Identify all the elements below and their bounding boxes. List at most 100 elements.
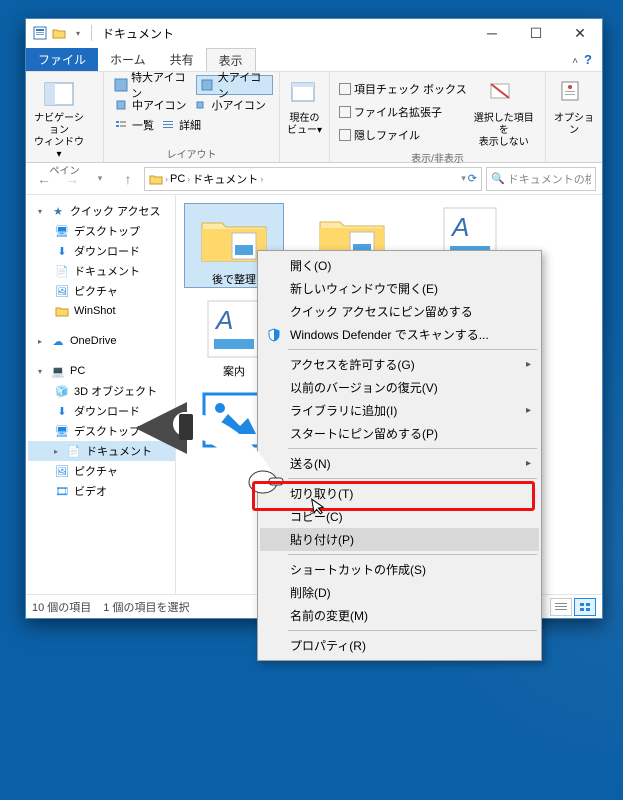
forward-button[interactable]: → bbox=[60, 167, 84, 191]
search-icon: 🔍 bbox=[491, 172, 505, 185]
nav-onedrive[interactable]: ▸☁OneDrive bbox=[28, 331, 175, 351]
navpane-button[interactable]: ナビゲーション ウィンドウ▾ bbox=[32, 75, 86, 161]
close-button[interactable]: ✕ bbox=[558, 19, 602, 47]
pictures-icon: 🖼 bbox=[54, 283, 70, 299]
layout-medium[interactable]: 中アイコン bbox=[110, 95, 189, 115]
nav-quickaccess[interactable]: ▾★クイック アクセス bbox=[28, 201, 175, 221]
nav-winshot[interactable]: WinShot bbox=[28, 301, 175, 321]
titlebar: ▾ ドキュメント ─ ☐ ✕ bbox=[26, 19, 602, 47]
address-bar[interactable]: › PC › ドキュメント › ▾ ⟳ bbox=[144, 167, 482, 191]
layout-large[interactable]: 大アイコン bbox=[196, 75, 273, 95]
star-icon: ★ bbox=[50, 203, 66, 219]
nav-3dobjects[interactable]: 🧊3D オブジェクト bbox=[28, 381, 175, 401]
3d-icon: 🧊 bbox=[54, 383, 70, 399]
nav-pc[interactable]: ▾💻PC bbox=[28, 361, 175, 381]
layout-xlarge[interactable]: 特大アイコン bbox=[110, 75, 196, 95]
crumb-documents[interactable]: ドキュメント bbox=[192, 171, 258, 187]
ctx-copy[interactable]: コピー(C) bbox=[260, 505, 539, 528]
chk-hidden[interactable]: 隠しファイル bbox=[336, 125, 470, 145]
options-button[interactable]: オプション bbox=[552, 75, 596, 149]
maximize-button[interactable]: ☐ bbox=[514, 19, 558, 47]
ribbon-collapse-icon[interactable]: ˄ bbox=[572, 56, 584, 71]
document-icon: 📄 bbox=[54, 263, 70, 279]
shield-icon bbox=[266, 327, 282, 343]
layout-small[interactable]: 小アイコン bbox=[189, 95, 268, 115]
large-icon bbox=[200, 77, 215, 93]
cursor-icon bbox=[311, 496, 328, 516]
desktop-icon: 🖥 bbox=[54, 223, 70, 239]
options-icon bbox=[558, 79, 590, 111]
refresh-icon[interactable]: ⟳ bbox=[468, 172, 477, 185]
document-icon: 📄 bbox=[66, 443, 82, 459]
tab-view[interactable]: 表示 bbox=[206, 48, 256, 71]
navpane-icon bbox=[43, 79, 75, 111]
hideselected-button[interactable]: 選択した項目を 表示しない bbox=[474, 75, 534, 149]
checkbox-icon bbox=[339, 83, 351, 95]
ctx-delete[interactable]: 削除(D) bbox=[260, 581, 539, 604]
window-title: ドキュメント bbox=[100, 25, 470, 42]
checkbox-icon bbox=[339, 129, 351, 141]
ctx-rename[interactable]: 名前の変更(M) bbox=[260, 604, 539, 627]
nav-documents[interactable]: 📄ドキュメント bbox=[28, 261, 175, 281]
statusbar-icons-view[interactable] bbox=[574, 598, 596, 616]
nav-pictures[interactable]: 🖼ピクチャ bbox=[28, 281, 175, 301]
nav-desktop[interactable]: 🖥デスクトップ bbox=[28, 221, 175, 241]
ctx-defender[interactable]: Windows Defender でスキャンする... bbox=[260, 323, 539, 346]
video-icon: 🎞 bbox=[54, 483, 70, 499]
status-selection: 1 個の項目を選択 bbox=[103, 599, 189, 615]
nav-downloads[interactable]: ⬇ダウンロード bbox=[28, 241, 175, 261]
submenu-arrow-icon: ▸ bbox=[526, 359, 531, 370]
statusbar-details-view[interactable] bbox=[550, 598, 572, 616]
up-button[interactable]: ↑ bbox=[116, 167, 140, 191]
address-row: ← → ▾ ↑ › PC › ドキュメント › ▾ ⟳ 🔍 ドキュメントの検 bbox=[26, 163, 602, 195]
ctx-grant[interactable]: アクセスを許可する(G)▸ bbox=[260, 353, 539, 376]
context-menu: 開く(O) 新しいウィンドウで開く(E) クイック アクセスにピン留めする Wi… bbox=[257, 250, 542, 661]
desktop-icon: 🖥 bbox=[54, 423, 70, 439]
checkbox-icon bbox=[339, 106, 351, 118]
small-icon bbox=[192, 97, 208, 113]
ribbon-group-layout-label: レイアウト bbox=[110, 145, 273, 161]
ribbon-tabstrip: ファイル ホーム 共有 表示 ˄ ? bbox=[26, 47, 602, 71]
ctx-props[interactable]: プロパティ(R) bbox=[260, 634, 539, 657]
annotation-hand-pointer-icon bbox=[135, 402, 285, 512]
ctx-library[interactable]: ライブラリに追加(I)▸ bbox=[260, 399, 539, 422]
svg-text:A: A bbox=[450, 212, 469, 242]
crumb-pc[interactable]: PC bbox=[170, 173, 185, 185]
download-icon: ⬇ bbox=[54, 403, 70, 419]
ctx-cut[interactable]: 切り取り(T) bbox=[260, 482, 539, 505]
ctx-pin-quick[interactable]: クイック アクセスにピン留めする bbox=[260, 300, 539, 323]
tab-file[interactable]: ファイル bbox=[26, 48, 98, 71]
hideselected-icon bbox=[488, 79, 520, 111]
search-input[interactable]: 🔍 ドキュメントの検 bbox=[486, 167, 596, 191]
layout-list[interactable]: 一覧 bbox=[110, 115, 157, 135]
ctx-pin-start[interactable]: スタートにピン留めする(P) bbox=[260, 422, 539, 445]
ctx-restore[interactable]: 以前のバージョンの復元(V) bbox=[260, 376, 539, 399]
minimize-button[interactable]: ─ bbox=[470, 19, 514, 47]
details-icon bbox=[160, 117, 176, 133]
ctx-send[interactable]: 送る(N)▸ bbox=[260, 452, 539, 475]
pictures-icon: 🖼 bbox=[54, 463, 70, 479]
chk-fileext[interactable]: ファイル名拡張子 bbox=[336, 102, 470, 122]
onedrive-icon: ☁ bbox=[50, 333, 66, 349]
ctx-shortcut[interactable]: ショートカットの作成(S) bbox=[260, 558, 539, 581]
folder-icon bbox=[54, 303, 70, 319]
help-icon[interactable]: ? bbox=[584, 52, 602, 71]
qat-dropdown-icon[interactable]: ▾ bbox=[70, 25, 86, 41]
qat-newfolder-icon[interactable] bbox=[51, 25, 67, 41]
recent-dropdown[interactable]: ▾ bbox=[88, 167, 112, 191]
qat-properties-icon[interactable] bbox=[32, 25, 48, 41]
currentview-button[interactable]: 現在の ビュー▾ bbox=[286, 75, 323, 149]
xlarge-icon bbox=[113, 77, 128, 93]
tab-home[interactable]: ホーム bbox=[98, 48, 158, 71]
ctx-open[interactable]: 開く(O) bbox=[260, 254, 539, 277]
dropdown-icon[interactable]: ▾ bbox=[461, 173, 466, 184]
tab-share[interactable]: 共有 bbox=[158, 48, 206, 71]
download-icon: ⬇ bbox=[54, 243, 70, 259]
status-count: 10 個の項目 bbox=[32, 599, 91, 615]
ribbon: ナビゲーション ウィンドウ▾ ペイン 特大アイコン 大アイコン 中アイコン 小ア… bbox=[26, 71, 602, 163]
ctx-paste[interactable]: 貼り付け(P) bbox=[260, 528, 539, 551]
back-button[interactable]: ← bbox=[32, 167, 56, 191]
layout-details[interactable]: 詳細 bbox=[157, 115, 204, 135]
ctx-open-new[interactable]: 新しいウィンドウで開く(E) bbox=[260, 277, 539, 300]
chk-itemcheck[interactable]: 項目チェック ボックス bbox=[336, 79, 470, 99]
